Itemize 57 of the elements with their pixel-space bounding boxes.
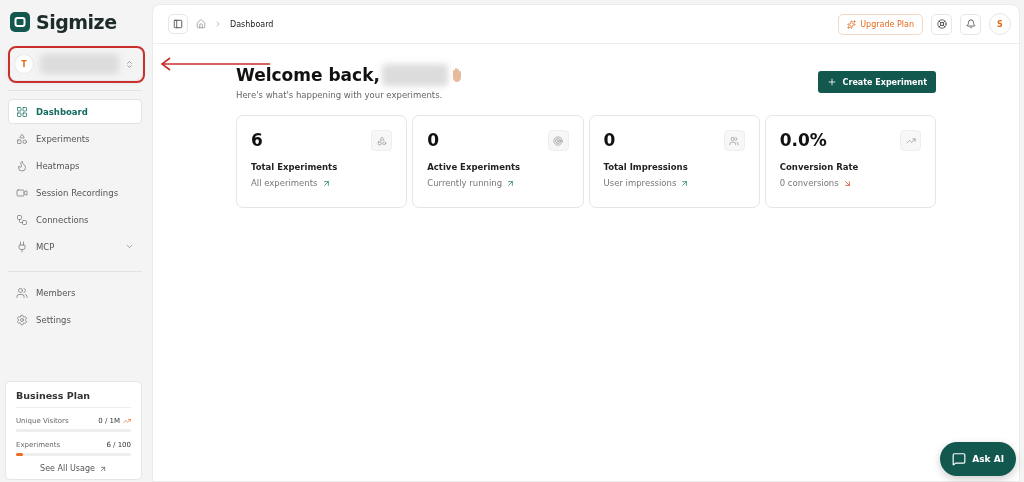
plus-icon <box>826 77 837 87</box>
stat-label: Total Impressions <box>603 162 689 172</box>
target-icon <box>553 135 563 146</box>
nav-item[interactable]: Session Recordings <box>8 180 142 205</box>
plan-title: Business Plan <box>16 390 131 408</box>
plug-icon <box>16 240 28 253</box>
trend-up-icon <box>905 135 916 146</box>
nav-item[interactable]: Experiments <box>8 126 142 151</box>
nav-item[interactable]: Heatmaps <box>8 153 142 178</box>
sparkles-icon <box>847 19 857 29</box>
stat-note: All experiments <box>251 178 318 188</box>
users-icon <box>16 286 28 299</box>
home-icon[interactable] <box>196 19 206 29</box>
arrow-icon <box>98 464 107 473</box>
nav-item[interactable]: Settings <box>8 307 142 332</box>
shapes-icon <box>376 135 387 146</box>
brand-name: Sigmize <box>36 11 117 33</box>
video-camera-icon <box>16 186 28 199</box>
help-button[interactable] <box>931 13 952 35</box>
notifications-button[interactable] <box>960 13 981 35</box>
nav-item[interactable]: Members <box>8 280 142 305</box>
breadcrumb-item[interactable]: Dashboard <box>230 19 274 29</box>
chat-icon <box>952 452 967 466</box>
sidebar-toggle-button[interactable] <box>168 14 188 34</box>
stat-value: 0.0% <box>779 130 827 150</box>
redacted-name <box>381 64 448 86</box>
bell-icon <box>965 19 976 29</box>
logo-icon <box>10 12 30 32</box>
ask-ai-button[interactable]: Ask AI <box>940 442 1016 476</box>
see-usage-link[interactable]: See All Usage <box>40 464 107 473</box>
welcome-title: Welcome back, <box>236 65 380 85</box>
stat-note: User impressions <box>603 178 677 188</box>
flame-icon <box>16 159 28 172</box>
stat-note: 0 conversions <box>779 178 839 188</box>
welcome-subtitle: Here's what's happening with your experiments. <box>236 90 444 100</box>
stat-label: Total Experiments <box>251 162 339 172</box>
grid-icon <box>16 105 28 118</box>
settings-icon <box>16 313 28 326</box>
shapes-icon <box>16 132 28 145</box>
users-icon <box>729 135 740 146</box>
stat-value: 6 <box>251 130 263 150</box>
chevrons-icon <box>125 59 134 69</box>
stat-label: Conversion Rate <box>779 162 860 172</box>
nav-item[interactable]: Dashboard <box>8 99 142 124</box>
nodes-icon <box>16 213 28 226</box>
stat-value: 0 <box>427 130 440 150</box>
nav-item[interactable]: MCP <box>8 234 142 259</box>
stat-note: Currently running <box>427 178 503 188</box>
nav-item[interactable]: Connections <box>8 207 142 232</box>
create-experiment-button[interactable]: Create Experiment <box>817 71 936 93</box>
help-icon <box>936 19 947 29</box>
workspace-avatar: T <box>14 54 34 74</box>
sidebar-icon <box>173 19 183 29</box>
upgrade-button[interactable]: Upgrade Plan <box>838 13 923 35</box>
chevron-icon <box>214 20 222 28</box>
stat-label: Active Experiments <box>427 162 522 172</box>
stat-value: 0 <box>603 130 616 150</box>
